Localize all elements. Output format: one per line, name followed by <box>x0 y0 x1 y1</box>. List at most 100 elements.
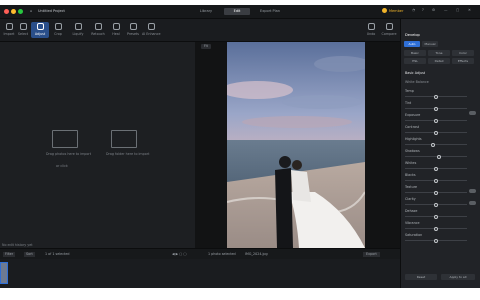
tab-library[interactable]: Library <box>193 8 219 15</box>
section-title[interactable]: Basic Adjust <box>405 71 425 75</box>
title-bar: ⌂ Untitled Project Library Edit Export P… <box>0 5 480 19</box>
bell-icon[interactable]: ◔ <box>412 8 415 12</box>
filmstrip <box>0 259 400 288</box>
folder-import-icon[interactable] <box>111 130 137 148</box>
slider-label: Temp <box>405 89 414 93</box>
preset-tone[interactable]: Tone <box>428 50 450 56</box>
toggle-switch[interactable] <box>469 201 476 205</box>
liquify-icon <box>74 23 82 30</box>
sparkle-icon <box>147 23 155 30</box>
select-icon <box>19 23 27 30</box>
toggle-switch[interactable] <box>469 189 476 193</box>
home-icon[interactable]: ⌂ <box>30 9 32 13</box>
tool-adjust[interactable]: Adjust <box>31 22 49 38</box>
tool-label: Presets <box>127 32 139 36</box>
slider-knob[interactable] <box>434 190 438 195</box>
minimize-window-button[interactable] <box>11 9 16 14</box>
slider-track[interactable] <box>405 156 467 157</box>
presets-icon <box>129 23 137 30</box>
nav-controls[interactable]: ◀ ▶ ▢ ▢ <box>172 252 186 257</box>
slider-knob[interactable] <box>434 130 438 135</box>
tool-retouch[interactable]: Retouch <box>89 22 107 38</box>
tool-compare[interactable]: Compare <box>380 22 398 38</box>
preset-detail[interactable]: Detail <box>428 58 450 64</box>
tool-label: Liquify <box>72 32 84 36</box>
adjust-icon <box>36 23 44 30</box>
develop-panel: Develop Auto Manual Basic Tone Color HSL… <box>400 19 480 288</box>
tool-heal[interactable]: Heal <box>107 22 125 38</box>
sort-button[interactable]: Sort <box>24 252 35 257</box>
tab-edit[interactable]: Edit <box>224 8 250 15</box>
image-import-icon[interactable] <box>52 130 78 148</box>
preset-effects[interactable]: Effects <box>452 58 474 64</box>
toggle-switch[interactable] <box>469 111 476 115</box>
slider-label: Clarity <box>405 197 416 201</box>
slider-label: Highlights <box>405 137 422 141</box>
slider-label: Blacks <box>405 173 416 177</box>
slider-knob[interactable] <box>434 118 438 123</box>
compare-icon <box>385 23 393 30</box>
selected-status: 1 photo selected <box>208 252 236 256</box>
tool-liquify[interactable]: Liquify <box>69 22 87 38</box>
close-icon[interactable]: ✕ <box>468 8 471 12</box>
reset-button[interactable]: Reset <box>405 274 437 280</box>
tool-ai-enhance[interactable]: AI Enhance <box>142 22 161 38</box>
export-button[interactable]: Export <box>363 252 380 257</box>
slider-label: Saturation <box>405 233 423 237</box>
photo-canvas[interactable]: Fit <box>195 42 400 248</box>
slider-label: Whites <box>405 161 417 165</box>
settings-icon[interactable]: ⚙ <box>432 8 435 12</box>
manual-mode-button[interactable]: Manual <box>422 41 438 47</box>
tool-label: Heal <box>112 32 120 36</box>
subsection-title: White Balance <box>405 80 429 84</box>
slider-label: Vibrance <box>405 221 420 225</box>
tool-undo[interactable]: Undo <box>362 22 380 38</box>
preset-basic[interactable]: Basic <box>404 50 426 56</box>
slider-knob[interactable] <box>430 142 435 147</box>
import-icon <box>5 23 13 30</box>
import-hint[interactable]: or click <box>56 164 68 168</box>
tool-crop[interactable]: Crop <box>49 22 67 38</box>
slider-knob[interactable] <box>437 154 442 159</box>
tool-presets[interactable]: Presets <box>124 22 142 38</box>
wedding-photo <box>227 42 365 248</box>
avatar[interactable] <box>382 8 387 13</box>
slider-knob[interactable] <box>434 238 438 243</box>
zoom-fit-button[interactable]: Fit <box>201 44 211 49</box>
slider-knob[interactable] <box>434 94 438 99</box>
tool-label: Compare <box>381 32 397 36</box>
restore-icon[interactable]: ▢ <box>456 8 459 12</box>
tool-label: Retouch <box>91 32 105 36</box>
tool-select[interactable]: Select <box>14 22 32 38</box>
history-empty-text: No edit history yet <box>2 243 33 247</box>
project-title[interactable]: Untitled Project <box>38 9 65 13</box>
slider-knob[interactable] <box>434 106 438 111</box>
close-window-button[interactable] <box>4 9 9 14</box>
slider-track[interactable] <box>405 144 467 145</box>
tool-label: Undo <box>366 32 376 36</box>
maximize-window-button[interactable] <box>18 9 23 14</box>
slider-knob[interactable] <box>434 214 438 219</box>
panel-title: Develop <box>405 33 420 37</box>
help-icon[interactable]: ? <box>422 8 424 12</box>
member-badge[interactable]: Member <box>389 9 403 13</box>
crop-icon <box>54 23 62 30</box>
slider-knob[interactable] <box>434 202 438 207</box>
tab-export-plan[interactable]: Export Plan <box>255 8 285 15</box>
slider-knob[interactable] <box>434 166 438 171</box>
thumbnail[interactable] <box>0 262 8 284</box>
minimize-icon[interactable]: — <box>444 8 448 12</box>
preset-hsl[interactable]: HSL <box>404 58 426 64</box>
retouch-icon <box>94 23 102 30</box>
slider-knob[interactable] <box>434 178 438 183</box>
filter-button[interactable]: Filter <box>3 252 16 257</box>
preset-color[interactable]: Color <box>452 50 474 56</box>
slider-label: Shadows <box>405 149 420 153</box>
tool-label: Adjust <box>34 32 46 36</box>
auto-mode-button[interactable]: Auto <box>404 41 420 47</box>
slider-knob[interactable] <box>434 226 438 231</box>
selection-count: 1 of 1 selected <box>45 252 70 256</box>
slider-label: Texture <box>405 185 418 189</box>
apply-all-button[interactable]: Apply to all <box>441 274 475 280</box>
slider-label: Tint <box>405 101 412 105</box>
